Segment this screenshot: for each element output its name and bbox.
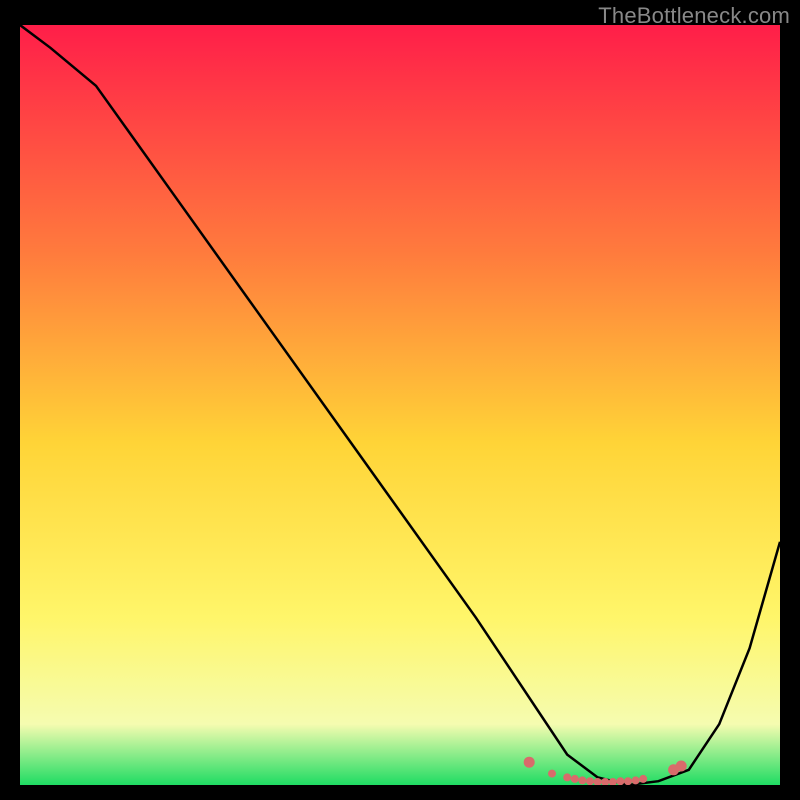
highlight-dot	[571, 775, 579, 783]
highlight-dot	[578, 776, 586, 784]
highlight-dot	[548, 770, 556, 778]
highlight-dot	[586, 777, 594, 785]
watermark-text: TheBottleneck.com	[598, 3, 790, 29]
chart-stage: TheBottleneck.com	[0, 0, 800, 800]
highlight-dot	[639, 775, 647, 783]
chart-svg	[20, 25, 780, 785]
highlight-dot	[624, 777, 632, 785]
highlight-dot	[632, 776, 640, 784]
highlight-dot	[676, 761, 687, 772]
highlight-dot	[616, 777, 624, 785]
highlight-dot	[524, 757, 535, 768]
plot-area	[20, 25, 780, 785]
highlight-dot	[563, 773, 571, 781]
